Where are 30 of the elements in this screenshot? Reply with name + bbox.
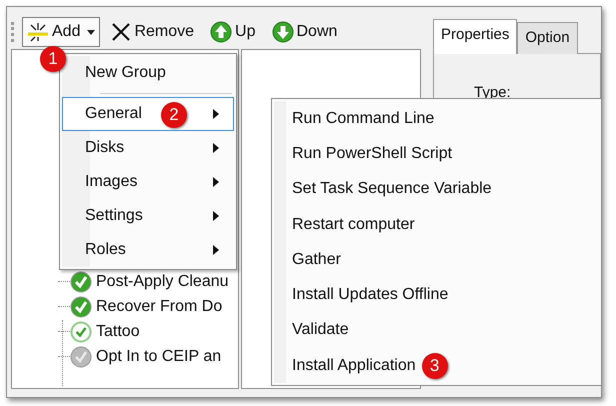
menu-item[interactable]: Run PowerShell Script <box>292 142 452 166</box>
menu-item[interactable]: Gather <box>292 248 341 272</box>
tree-item[interactable]: Opt In to CEIP an <box>96 344 222 368</box>
tab[interactable]: Properties <box>433 19 518 54</box>
menu-item[interactable]: Settings <box>62 199 234 233</box>
menu-item[interactable]: Run Command Line <box>292 106 434 131</box>
add-button[interactable]: Add <box>22 17 100 47</box>
menu-item[interactable]: General 2 <box>62 97 234 131</box>
tree-item[interactable]: Tattoo <box>96 320 140 344</box>
close-icon <box>111 22 132 42</box>
down-button[interactable]: Down <box>266 17 342 47</box>
tab[interactable]: Option <box>517 22 578 54</box>
tree-item[interactable]: Recover From Do <box>96 294 222 318</box>
menu-item[interactable]: Install Application <box>292 354 416 378</box>
sparkle-icon <box>27 22 49 42</box>
remove-button[interactable]: Remove <box>106 17 200 47</box>
tree-item[interactable]: Post-Apply Cleanu <box>96 270 229 294</box>
callout-badge: 2 <box>161 102 187 128</box>
menu-item[interactable]: Images <box>62 165 234 199</box>
up-button[interactable]: Up <box>205 17 260 47</box>
toolbar-grip[interactable] <box>11 22 14 42</box>
menu-item[interactable]: Restart computer <box>292 212 415 237</box>
callout-badge: 3 <box>422 352 448 379</box>
menu-item[interactable]: Set Task Sequence Variable <box>292 177 492 202</box>
menu-item[interactable]: Disks <box>62 131 234 165</box>
menu-item[interactable]: Install Updates Offline <box>292 283 448 308</box>
caret-icon <box>87 30 96 34</box>
menu-item[interactable]: Roles <box>62 233 234 267</box>
menu-item[interactable]: Validate <box>292 318 349 342</box>
type-label: Type: <box>474 84 511 100</box>
